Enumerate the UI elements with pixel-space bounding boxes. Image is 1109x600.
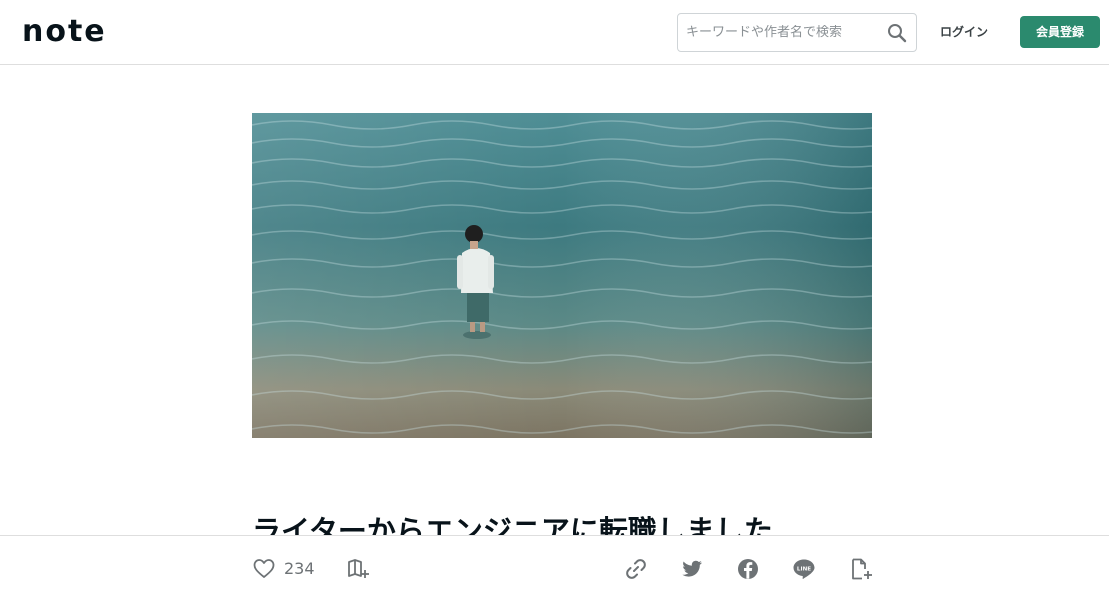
- article-action-bar: 234 LINE: [0, 535, 1109, 600]
- facebook-icon[interactable]: [735, 556, 761, 582]
- add-to-magazine-icon[interactable]: [345, 556, 371, 582]
- twitter-icon[interactable]: [679, 556, 705, 582]
- embed-icon[interactable]: [848, 556, 874, 582]
- signup-button[interactable]: 会員登録: [1020, 16, 1100, 48]
- line-icon-badge: LINE: [797, 566, 811, 572]
- heart-icon[interactable]: [251, 556, 277, 582]
- search-box[interactable]: [677, 13, 917, 52]
- search-icon[interactable]: [886, 22, 908, 44]
- login-link[interactable]: ログイン: [925, 22, 1003, 42]
- article-hero-image: [252, 113, 872, 438]
- logo-wordmark: note: [22, 14, 107, 49]
- line-icon[interactable]: LINE: [791, 556, 817, 582]
- site-header: note ログイン 会員登録: [0, 0, 1109, 65]
- like-count: 234: [284, 559, 315, 578]
- link-icon[interactable]: [623, 556, 649, 582]
- note-logo[interactable]: note: [22, 14, 107, 49]
- search-input[interactable]: [686, 25, 886, 40]
